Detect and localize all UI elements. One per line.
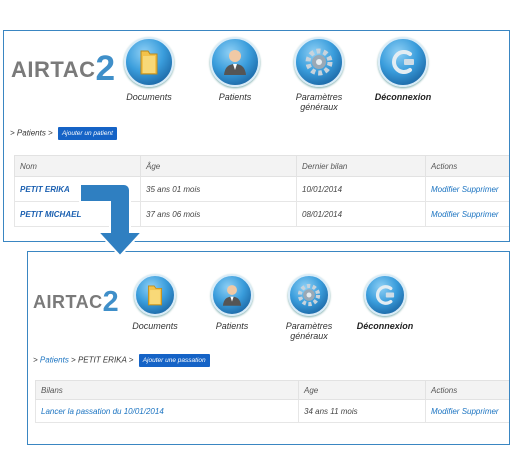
power-icon bbox=[378, 37, 428, 87]
power-icon bbox=[364, 274, 406, 316]
delete-link[interactable]: Supprimer bbox=[462, 210, 499, 219]
table-header: Nom Âge Dernier bilan Actions bbox=[14, 155, 509, 177]
edit-link[interactable]: Modifier bbox=[431, 407, 459, 416]
nav-documents[interactable]: Documents bbox=[124, 274, 186, 331]
nav-patients[interactable]: Patients bbox=[202, 37, 268, 102]
breadcrumb-patients[interactable]: Patients bbox=[17, 129, 46, 138]
gear-icon bbox=[288, 274, 330, 316]
table-row: Lancer la passation du 10/01/2014 34 ans… bbox=[35, 399, 509, 423]
nav-parametres[interactable]: Paramètres généraux bbox=[286, 37, 352, 112]
nav-parametres[interactable]: Paramètres généraux bbox=[278, 274, 340, 341]
add-passation-button[interactable]: Ajouter une passation bbox=[138, 354, 210, 367]
airtac-logo: AIRTAC2 bbox=[33, 286, 120, 318]
add-patient-button[interactable]: Ajouter un patient bbox=[57, 127, 117, 140]
launch-passation-link[interactable]: Lancer la passation du 10/01/2014 bbox=[35, 399, 299, 423]
airtac-logo: AIRTAC2 bbox=[11, 49, 116, 88]
nav-deconnexion[interactable]: Déconnexion bbox=[370, 37, 436, 102]
flow-arrow-icon bbox=[79, 183, 145, 258]
breadcrumb: > Patients > Ajouter un patient bbox=[10, 127, 117, 140]
delete-link[interactable]: Supprimer bbox=[462, 185, 499, 194]
patient-detail-screen: AIRTAC2 Documents Patients Paramètres gén… bbox=[27, 251, 510, 445]
bilans-table: Bilans Age Actions Lancer la passation d… bbox=[35, 380, 509, 423]
delete-link[interactable]: Supprimer bbox=[462, 407, 499, 416]
folder-icon bbox=[134, 274, 176, 316]
breadcrumb-patients[interactable]: Patients bbox=[40, 356, 69, 365]
user-icon bbox=[211, 274, 253, 316]
user-icon bbox=[210, 37, 260, 87]
nav-deconnexion[interactable]: Déconnexion bbox=[354, 274, 416, 331]
nav-documents[interactable]: Documents bbox=[116, 37, 182, 102]
breadcrumb: > Patients > PETIT ERIKA > Ajouter une p… bbox=[33, 354, 210, 367]
edit-link[interactable]: Modifier bbox=[431, 185, 459, 194]
edit-link[interactable]: Modifier bbox=[431, 210, 459, 219]
gear-icon bbox=[294, 37, 344, 87]
nav-patients[interactable]: Patients bbox=[201, 274, 263, 331]
breadcrumb-current: PETIT ERIKA bbox=[77, 355, 127, 365]
table-header: Bilans Age Actions bbox=[35, 380, 509, 400]
folder-icon bbox=[124, 37, 174, 87]
